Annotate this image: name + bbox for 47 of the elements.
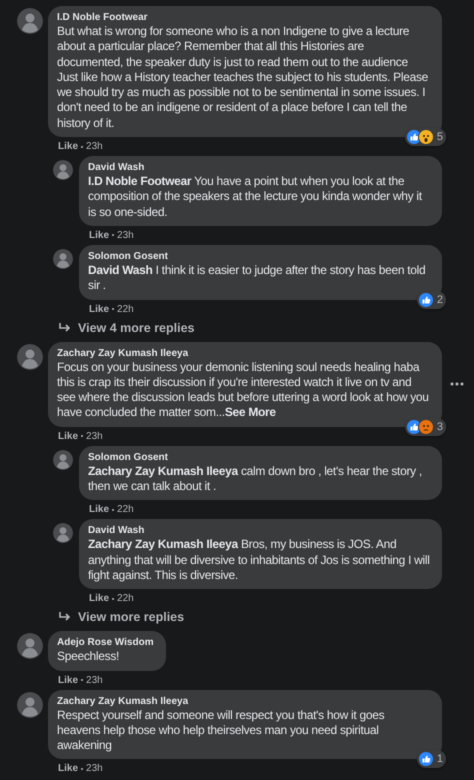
avatar-icon[interactable] bbox=[53, 450, 73, 470]
author-name[interactable]: David Wash bbox=[88, 524, 430, 538]
reaction-badge[interactable]: 1 bbox=[416, 750, 446, 768]
timestamp: 22h bbox=[117, 503, 134, 516]
like-link[interactable]: Like bbox=[58, 762, 78, 776]
reply-arrow-icon bbox=[58, 611, 72, 624]
avatar-icon[interactable] bbox=[53, 160, 73, 180]
timestamp: 22h bbox=[117, 302, 134, 316]
timestamp: 23h bbox=[86, 762, 103, 776]
comment-text: Speechless! bbox=[57, 649, 120, 665]
comment-text: Zachary Zay Kumash Ileeya Bros, my business is JOS. And anything that will be diversive to inhabitants of Jos is something I will fight against. This is diversive. bbox=[88, 537, 430, 584]
reaction-badge[interactable]: 3 bbox=[404, 418, 446, 436]
author-name[interactable]: Zachary Zay Kumash Ileeya bbox=[57, 694, 430, 708]
more-icon bbox=[450, 382, 464, 386]
comment-text: I.D Noble Footwear You have a point but when you look at the composition of the speakers at the lecture you kinda wonder why it is so one-sided. bbox=[88, 174, 423, 220]
like-link[interactable]: Like bbox=[89, 503, 110, 516]
reaction-badge[interactable]: 2 bbox=[416, 290, 446, 309]
avatar-icon[interactable] bbox=[17, 344, 43, 370]
like-link[interactable]: Like bbox=[58, 674, 78, 687]
avatar-icon[interactable] bbox=[17, 692, 43, 718]
avatar-icon[interactable] bbox=[17, 8, 43, 34]
like-link[interactable]: Like bbox=[58, 430, 78, 443]
like-link[interactable]: Like bbox=[58, 140, 78, 154]
timestamp: 23h bbox=[86, 140, 103, 154]
avatar-icon[interactable] bbox=[53, 248, 73, 269]
like-link[interactable]: Like bbox=[89, 592, 110, 606]
author-name[interactable]: David Wash bbox=[88, 161, 430, 174]
reaction-badge[interactable]: 5 bbox=[404, 128, 446, 146]
author-name[interactable]: Adejo Rose Wisdom bbox=[57, 636, 154, 650]
author-name[interactable]: Solomon Gosent bbox=[88, 450, 430, 464]
avatar-icon[interactable] bbox=[17, 633, 43, 660]
reply-arrow-icon bbox=[58, 322, 72, 334]
comment-text: Zachary Zay Kumash Ileeya calm down bro , let's hear the story , then we can talk about it . bbox=[88, 464, 423, 494]
author-name[interactable]: Solomon Gosent bbox=[88, 250, 430, 263]
timestamp: 23h bbox=[117, 228, 134, 242]
timestamp: 23h bbox=[86, 674, 103, 687]
like-link[interactable]: Like bbox=[89, 302, 110, 316]
author-name[interactable]: Zachary Zay Kumash Ileeya bbox=[57, 346, 430, 360]
comment-text: Respect yourself and someone will respect you that's how it goes heavens help those who help theirselves man you need spiritual awakening bbox=[57, 708, 386, 754]
see-more-link[interactable]: See More bbox=[224, 405, 276, 420]
avatar-icon[interactable] bbox=[53, 523, 73, 544]
timestamp: 23h bbox=[86, 430, 103, 443]
view-more-replies-link[interactable]: View more replies bbox=[0, 608, 474, 632]
like-link[interactable]: Like bbox=[89, 228, 110, 242]
view-more-replies-link[interactable]: View 4 more replies bbox=[0, 318, 474, 342]
author-name[interactable]: I.D Noble Footwear bbox=[57, 11, 430, 24]
timestamp: 22h bbox=[117, 592, 134, 606]
